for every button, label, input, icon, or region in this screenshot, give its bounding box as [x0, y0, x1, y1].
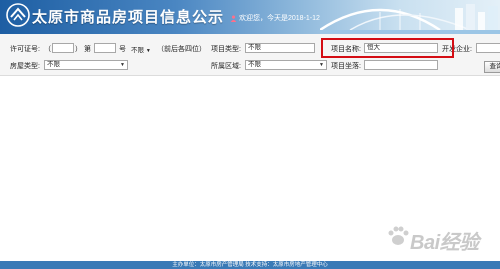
- query-button[interactable]: 查询: [484, 61, 500, 73]
- permit-number-input[interactable]: [94, 43, 116, 53]
- page: 太原市商品房项目信息公示 欢迎您，今天是2018-1-12 许可证号: （ ）: [0, 0, 500, 269]
- project-type-value: 不限: [248, 44, 261, 51]
- user-icon: [230, 15, 237, 22]
- house-type-select[interactable]: 不限 ▼: [44, 60, 128, 70]
- house-type-label: 房屋类型:: [10, 63, 40, 70]
- chevron-down-icon: ▼: [145, 48, 151, 54]
- permit-number-label: 第: [84, 46, 91, 53]
- footer-text: 主办单位：太原市房产管理局 技术支持：太原市房地产管理中心: [172, 262, 328, 268]
- permit-hint: （前后各四位）: [157, 46, 206, 53]
- permit-label: 许可证号:: [10, 46, 40, 53]
- developer-input[interactable]: [476, 43, 500, 53]
- permit-year-input[interactable]: [52, 43, 74, 53]
- permit-digits-select[interactable]: 不限 ▼: [131, 44, 151, 54]
- header-banner: 太原市商品房项目信息公示 欢迎您，今天是2018-1-12: [0, 0, 500, 34]
- permit-close-paren: ）: [75, 46, 82, 53]
- welcome-text: 欢迎您，今天是2018-1-12: [239, 15, 320, 22]
- city-skyline-graphic: [320, 4, 500, 34]
- district-value: 不限: [248, 61, 261, 68]
- welcome-text-wrapper: 欢迎您，今天是2018-1-12: [230, 13, 320, 23]
- site-title: 太原市商品房项目信息公示: [32, 8, 225, 26]
- permit-suffix-label: 号: [119, 46, 126, 53]
- district-label: 所属区域:: [211, 63, 241, 70]
- annotation-highlight-box: [321, 38, 454, 58]
- district-select[interactable]: 不限 ▼: [245, 60, 327, 70]
- location-label: 项目坐落:: [331, 63, 361, 70]
- chevron-down-icon: ▼: [319, 62, 324, 68]
- location-input[interactable]: [364, 60, 438, 70]
- site-logo-icon: [6, 3, 30, 27]
- permit-open-paren: （: [44, 46, 51, 53]
- permit-digits-value: 不限: [131, 47, 144, 54]
- watermark: Bai经验: [384, 218, 494, 256]
- house-type-value: 不限: [47, 61, 60, 68]
- project-type-select[interactable]: 不限: [245, 43, 315, 53]
- paw-logo-icon: [388, 226, 409, 245]
- watermark-text: Bai经验: [410, 232, 479, 254]
- chevron-down-icon: ▼: [120, 62, 125, 68]
- project-type-label: 项目类型:: [211, 46, 241, 53]
- footer: 主办单位：太原市房产管理局 技术支持：太原市房地产管理中心: [0, 261, 500, 269]
